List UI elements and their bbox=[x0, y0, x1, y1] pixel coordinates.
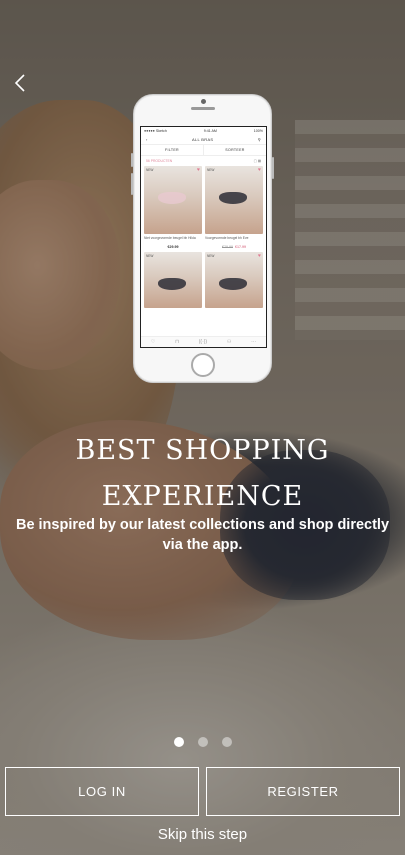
more-icon: ··· bbox=[251, 339, 257, 345]
phone-volume-button bbox=[131, 173, 133, 195]
phone-sort-label: SORTEER bbox=[225, 148, 245, 152]
chevron-left-icon: ‹ bbox=[146, 137, 148, 142]
product-tag: NEW bbox=[146, 168, 154, 172]
bag-icon: ⊓ bbox=[175, 339, 180, 345]
back-button[interactable] bbox=[10, 72, 32, 94]
phone-home-button bbox=[191, 353, 215, 377]
phone-status-bar: ●●●●● Sketch 9:41 AM 100% bbox=[141, 127, 266, 135]
pagination-dot-1[interactable] bbox=[173, 737, 184, 747]
grid-view-icon: ▢ ▦ bbox=[253, 159, 261, 163]
phone-filter-label: FILTER bbox=[141, 145, 204, 155]
phone-camera bbox=[201, 99, 206, 104]
phone-mockup: ●●●●● Sketch 9:41 AM 100% ‹ ALL BRAS ⚲ F… bbox=[131, 94, 274, 383]
product-card: NEW bbox=[144, 252, 202, 308]
headline-line-1: BEST SHOPPING bbox=[75, 435, 330, 466]
product-price: €29.99 bbox=[167, 245, 179, 249]
product-image bbox=[205, 252, 263, 308]
product-sale-price: €17.99 bbox=[235, 245, 246, 249]
phone-volume-button bbox=[131, 153, 133, 167]
product-name: Niet voorgevormde beugel bh Hilda bbox=[144, 236, 196, 240]
phone-results-label: 56 PRODUCTEN bbox=[146, 159, 173, 163]
status-battery: 100% bbox=[253, 129, 263, 133]
register-button[interactable]: REGISTER bbox=[206, 767, 400, 816]
product-tag: NEW bbox=[207, 168, 215, 172]
product-image bbox=[205, 166, 263, 234]
product-price: €29.99 €17.99 bbox=[205, 245, 263, 249]
product-card: NEW ♥ bbox=[205, 252, 263, 308]
product-tag: NEW bbox=[146, 254, 154, 258]
pagination-dot-3[interactable] bbox=[221, 737, 232, 747]
phone-screen: ●●●●● Sketch 9:41 AM 100% ‹ ALL BRAS ⚲ F… bbox=[140, 126, 267, 348]
status-time: 9:41 AM bbox=[203, 129, 217, 133]
skip-step-link[interactable]: Skip this step bbox=[0, 826, 405, 843]
phone-nav-title: ALL BRAS bbox=[192, 137, 214, 142]
phone-product-grid: NEW ♥ Niet voorgevormde beugel bh Hilda … bbox=[141, 166, 266, 308]
product-card: NEW ♥ Niet voorgevormde beugel bh Hilda … bbox=[144, 166, 202, 249]
onboarding-description: Be inspired by our latest collections an… bbox=[15, 517, 390, 553]
user-icon: ⚇ bbox=[226, 339, 232, 345]
phone-nav-bar: ‹ ALL BRAS ⚲ bbox=[141, 135, 266, 145]
heart-icon: ♥ bbox=[197, 167, 200, 173]
product-image bbox=[144, 252, 202, 308]
pagination-dot-2[interactable] bbox=[197, 737, 208, 747]
product-old-price: €29.99 bbox=[222, 245, 233, 249]
phone-results-row: 56 PRODUCTEN ▢ ▦ bbox=[141, 156, 266, 166]
chevron-left-icon bbox=[14, 74, 25, 92]
heart-icon: ♥ bbox=[258, 253, 261, 259]
heart-icon: ♥ bbox=[258, 167, 261, 173]
phone-power-button bbox=[272, 157, 274, 179]
status-carrier: ●●●●● Sketch bbox=[144, 129, 167, 133]
search-icon: ⚲ bbox=[257, 137, 261, 142]
heart-icon: ♡ bbox=[150, 339, 156, 345]
onboarding-headline: BEST SHOPPING EXPERIENCE bbox=[0, 428, 405, 520]
phone-speaker bbox=[191, 107, 215, 110]
scan-icon: ((·)) bbox=[198, 339, 208, 345]
product-card: NEW ♥ Voorgevormde beugel bh Eve €29.99 €… bbox=[205, 166, 263, 249]
login-button[interactable]: LOG IN bbox=[5, 767, 199, 816]
product-tag: NEW bbox=[207, 254, 215, 258]
headline-line-2: EXPERIENCE bbox=[101, 481, 304, 512]
product-image bbox=[144, 166, 202, 234]
pagination-dots bbox=[0, 737, 405, 747]
product-name: Voorgevormde beugel bh Eve bbox=[205, 236, 249, 240]
phone-filter-bar: FILTER SORTEER bbox=[141, 145, 266, 156]
phone-tab-bar: ♡ ⊓ ((·)) ⚇ ··· bbox=[141, 336, 266, 347]
